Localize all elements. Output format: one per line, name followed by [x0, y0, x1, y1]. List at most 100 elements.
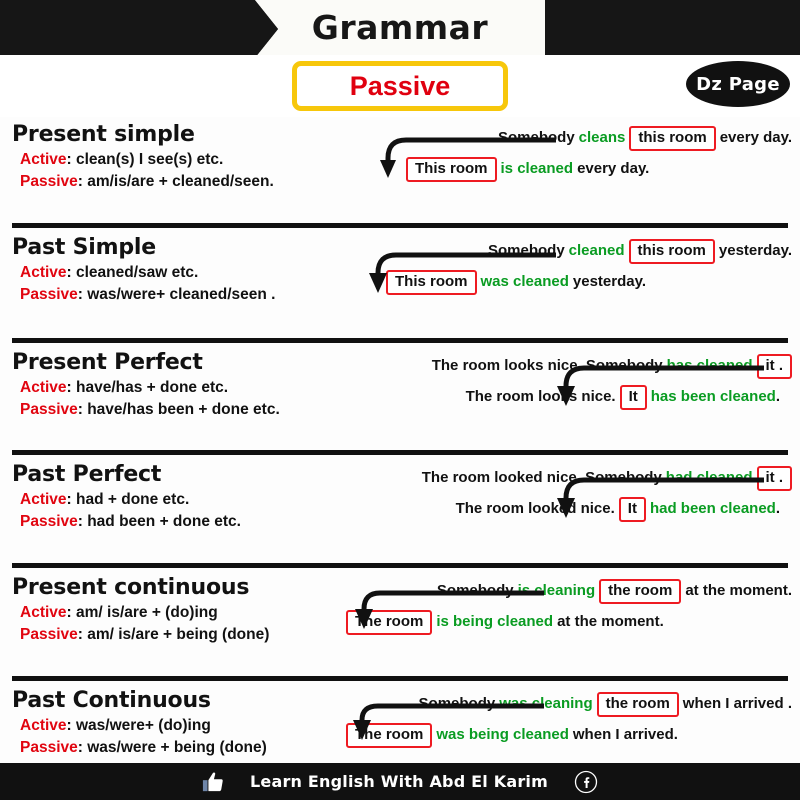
tense-title: Past Continuous — [12, 688, 211, 713]
grammar-banner: Grammar — [255, 0, 545, 58]
tense-title: Present simple — [12, 122, 195, 147]
active-verb: was cleaning — [499, 695, 593, 713]
passive-label: Passive — [20, 513, 78, 531]
passive-title: Passive — [349, 70, 451, 101]
sentence-prefix: The room looked nice. Somebody — [421, 469, 662, 487]
section-divider — [12, 338, 788, 343]
sentence-suffix: . — [775, 500, 780, 518]
sentence-prefix: Somebody — [418, 695, 496, 713]
tense-title: Past Perfect — [12, 462, 162, 487]
passive-verb: is cleaned — [500, 160, 574, 178]
tense-title: Present Perfect — [12, 350, 203, 375]
sentence-prefix: Somebody — [487, 242, 565, 260]
infographic-page: Grammar Passive Dz Page Present simple A… — [0, 0, 800, 800]
object-box: it . — [756, 354, 792, 379]
active-verb: cleaned — [568, 242, 625, 260]
header-bar: Grammar — [0, 0, 800, 58]
active-form: Active: have/has + done etc. — [12, 377, 352, 399]
active-form: Active: am/ is/are + (do)ing — [12, 602, 352, 624]
left-column: Present Perfect Active: have/has + done … — [0, 348, 352, 421]
object-box: it . — [756, 466, 792, 491]
subject-box: The room — [346, 609, 433, 635]
passive-label: Passive — [20, 286, 78, 304]
tense-title: Past Simple — [12, 235, 156, 260]
passive-form: Passive: am/is/are + cleaned/seen. — [12, 171, 352, 193]
active-value: : clean(s) I see(s) etc. — [66, 151, 224, 169]
sentence-prefix: Somebody — [436, 582, 514, 600]
passive-label: Passive — [20, 173, 78, 191]
left-column: Past Simple Active: cleaned/saw etc. Pas… — [0, 233, 352, 306]
right-column: Somebody cleaned this room yesterday. Th… — [352, 233, 800, 295]
section-divider — [12, 676, 788, 681]
active-value: : was/were+ (do)ing — [66, 717, 211, 735]
object-box: this room — [629, 126, 716, 151]
section-present-perfect: Present Perfect Active: have/has + done … — [0, 345, 800, 448]
active-label: Active — [20, 717, 67, 735]
subject-box: It — [618, 496, 646, 522]
passive-form: Passive: have/has been + done etc. — [12, 399, 352, 421]
sentence-suffix: at the moment. — [557, 613, 664, 631]
active-verb: cleans — [578, 129, 626, 147]
active-form: Active: had + done etc. — [12, 489, 352, 511]
example-active-sentence: Somebody cleaned this room yesterday. — [352, 239, 800, 264]
passive-value: : was/were+ cleaned/seen . — [77, 286, 276, 304]
example-passive-sentence: This room was cleaned yesterday. — [352, 269, 800, 295]
footer-credit: Learn English With Abd El Karim — [250, 772, 548, 791]
passive-form: Passive: had been + done etc. — [12, 511, 352, 533]
example-passive-sentence: The room is being cleaned at the moment. — [328, 609, 800, 635]
active-form: Active: cleaned/saw etc. — [12, 262, 352, 284]
active-verb: has cleaned — [666, 357, 753, 375]
subheader: Passive Dz Page — [0, 55, 800, 117]
section-divider — [12, 223, 788, 228]
example-active-sentence: Somebody is cleaning the room at the mom… — [328, 579, 800, 604]
section-present-continuous: Present continuous Active: am/ is/are + … — [0, 570, 800, 674]
example-active-sentence: Somebody cleans this room every day. — [352, 126, 800, 151]
passive-value: : am/is/are + cleaned/seen. — [77, 173, 274, 191]
example-active-sentence: The room looks nice. Somebody has cleane… — [322, 354, 800, 379]
active-verb: had cleaned — [665, 469, 753, 487]
thumbs-up-icon — [202, 772, 223, 791]
subject-box: This room — [406, 156, 497, 182]
sentence-suffix: every day. — [577, 160, 650, 178]
example-passive-sentence: This room is cleaned every day. — [352, 156, 800, 182]
banner-title: Grammar — [311, 8, 489, 47]
active-label: Active — [20, 264, 67, 282]
passive-title-box: Passive — [292, 61, 508, 111]
active-value: : had + done etc. — [66, 491, 190, 509]
subject-box: The room — [346, 722, 433, 748]
left-column: Present simple Active: clean(s) I see(s)… — [0, 120, 352, 193]
passive-form: Passive: am/ is/are + being (done) — [12, 624, 352, 646]
left-column: Past Continuous Active: was/were+ (do)in… — [0, 686, 352, 759]
subject-box: This room — [386, 269, 477, 295]
passive-value: : am/ is/are + being (done) — [77, 626, 270, 644]
tense-title: Present continuous — [12, 575, 250, 600]
passive-label: Passive — [20, 739, 78, 757]
dz-page-badge: Dz Page — [686, 61, 790, 107]
section-divider — [12, 450, 788, 455]
passive-verb: was cleaned — [480, 273, 569, 291]
active-label: Active — [20, 604, 67, 622]
sentence-suffix: when I arrived . — [682, 695, 792, 713]
example-passive-sentence: The room looks nice. It has been cleaned… — [322, 384, 800, 410]
object-box: this room — [628, 239, 715, 264]
active-value: : have/has + done etc. — [66, 379, 229, 397]
example-passive-sentence: The room was being cleaned when I arrive… — [326, 722, 800, 748]
passive-verb: was being cleaned — [436, 726, 569, 744]
sentence-suffix: every day. — [719, 129, 792, 147]
section-past-perfect: Past Perfect Active: had + done etc. Pas… — [0, 457, 800, 561]
sentence-prefix: The room looks nice. — [465, 388, 616, 406]
passive-value: : was/were + being (done) — [77, 739, 267, 757]
section-divider — [12, 563, 788, 568]
object-box: the room — [599, 579, 682, 604]
left-column: Present continuous Active: am/ is/are + … — [0, 573, 352, 646]
facebook-icon[interactable] — [574, 770, 598, 794]
active-form: Active: clean(s) I see(s) etc. — [12, 149, 352, 171]
active-label: Active — [20, 151, 67, 169]
active-verb: is cleaning — [517, 582, 596, 600]
passive-verb: has been cleaned — [650, 388, 776, 406]
active-value: : am/ is/are + (do)ing — [66, 604, 218, 622]
sentence-prefix: Somebody — [497, 129, 575, 147]
sentence-prefix: The room looked nice. — [455, 500, 615, 518]
passive-form: Passive: was/were+ cleaned/seen . — [12, 284, 352, 306]
passive-form: Passive: was/were + being (done) — [12, 737, 352, 759]
